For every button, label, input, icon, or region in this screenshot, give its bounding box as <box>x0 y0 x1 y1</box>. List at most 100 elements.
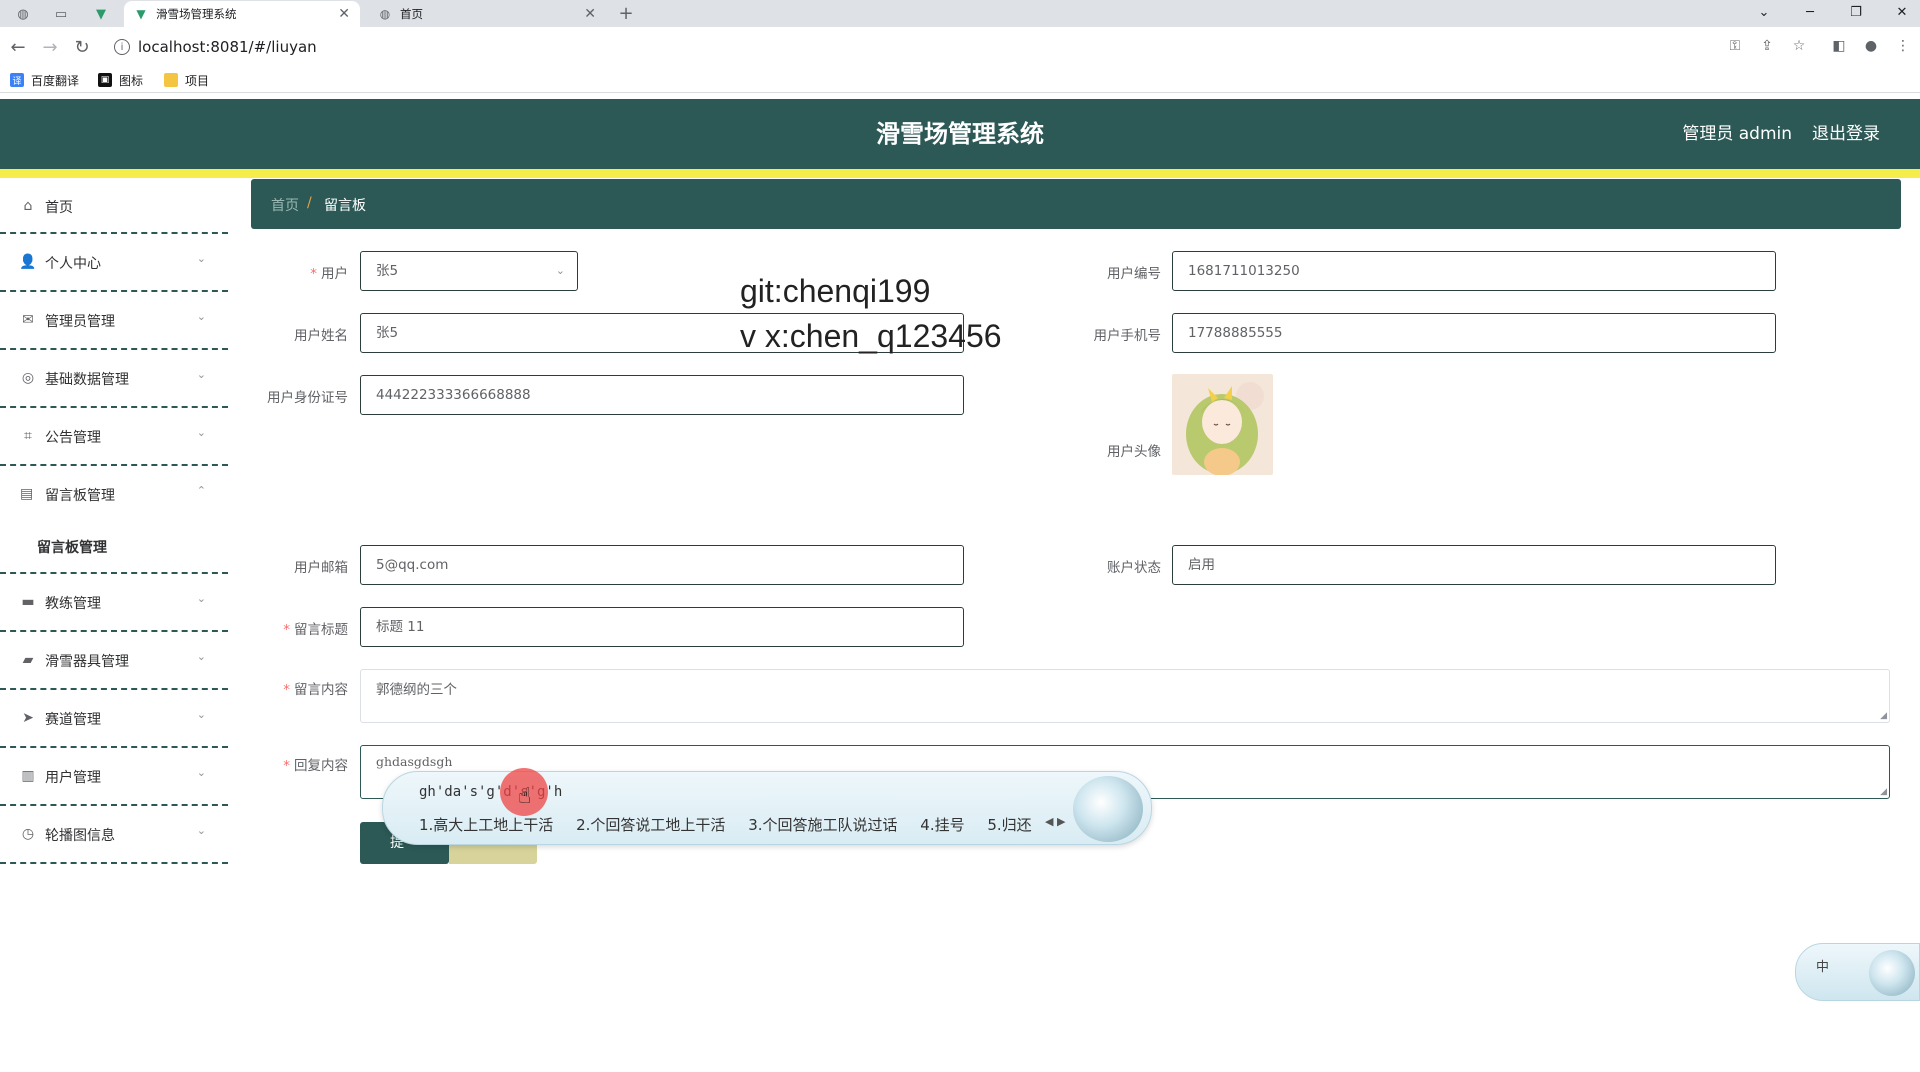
close-tab-icon[interactable]: ✕ <box>584 6 596 22</box>
bookmark-item[interactable]: 译 百度翻译 <box>10 71 79 89</box>
user-icon: 👤 <box>19 254 37 270</box>
phone-field[interactable]: 17788885555 <box>1172 313 1776 353</box>
browser-tab-active[interactable]: ▼ 滑雪场管理系统 ✕ <box>124 1 360 27</box>
restore-icon[interactable]: ❐ <box>1836 0 1876 24</box>
tab-title: 滑雪场管理系统 <box>156 7 237 21</box>
required-mark: * <box>310 266 317 282</box>
pinned-tab-blank-icon[interactable]: ▭ <box>46 3 76 25</box>
app-header: 滑雪场管理系统 管理员 admin 退出登录 <box>0 99 1920 169</box>
url-field[interactable]: i localhost:8081/#/liuyan <box>114 33 1714 61</box>
email-label: 用户邮箱 <box>294 560 348 576</box>
ime-status-bar[interactable]: 中 <box>1795 943 1920 1001</box>
hand-cursor-icon: ☝ <box>518 784 532 809</box>
title-label: * 留言标题 <box>188 618 348 638</box>
sidebar-item-label: 基础数据管理 <box>45 372 129 388</box>
textarea-value: 郭德纲的三个 <box>376 682 457 698</box>
required-mark: * <box>283 622 290 638</box>
ime-candidate[interactable]: 3.个回答施工队说过话 <box>748 816 897 834</box>
ime-page-arrows-icon[interactable]: ◀ ▶ <box>1045 815 1065 828</box>
sidebar-item-label: 赛道管理 <box>45 712 101 728</box>
user-no-label: 用户编号 <box>1107 266 1161 282</box>
new-tab-icon[interactable]: + <box>614 2 638 24</box>
sidebar-item-track[interactable]: ➤ 赛道管理 ⌄ <box>0 690 228 748</box>
image-icon: ▣ <box>98 73 112 87</box>
select-value: 张5 <box>376 263 399 279</box>
clock-icon: ◷ <box>21 826 35 842</box>
chevron-down-icon: ⌄ <box>196 310 206 323</box>
content-label: * 留言内容 <box>188 678 348 698</box>
sidebar-item-home[interactable]: ⌂ 首页 <box>0 178 228 234</box>
sidebar-item-label: 轮播图信息 <box>45 828 115 844</box>
tab-title: 首页 <box>400 7 423 21</box>
ime-candidate[interactable]: 4.挂号 <box>920 816 964 834</box>
current-user: 管理员 admin <box>1682 124 1792 144</box>
pinned-tab-vue-icon[interactable]: ▼ <box>86 3 116 25</box>
sidebar-item-notice[interactable]: ⌗ 公告管理 ⌄ <box>0 408 228 466</box>
sidebar-item-message-board[interactable]: ▤ 留言板管理 ⌃ <box>0 466 228 524</box>
bookmark-item[interactable]: ▣ 图标 <box>98 71 143 89</box>
ime-skin-decoration <box>1869 950 1915 996</box>
label-text: 留言内容 <box>294 682 348 698</box>
logout-link[interactable]: 退出登录 <box>1812 99 1880 169</box>
user-avatar <box>1172 374 1273 475</box>
reload-icon[interactable]: ↻ <box>70 35 94 59</box>
chevron-down-icon: ⌄ <box>196 650 206 663</box>
key-icon[interactable]: ⚿ <box>1724 35 1746 57</box>
minimize-icon[interactable]: ─ <box>1790 0 1830 24</box>
back-icon[interactable]: ← <box>6 35 30 59</box>
resize-handle-icon[interactable]: ◢ <box>1880 711 1887 721</box>
pinned-tab-globe-icon[interactable]: ◍ <box>8 3 38 25</box>
content-textarea[interactable]: 郭德纲的三个 ◢ <box>360 669 1890 723</box>
close-tab-icon[interactable]: ✕ <box>338 6 350 22</box>
sidebar-item-label: 管理员管理 <box>45 314 115 330</box>
chevron-down-icon: ⌄ <box>555 264 565 277</box>
menu-dots-icon[interactable]: ⋮ <box>1892 35 1914 57</box>
star-icon[interactable]: ☆ <box>1788 35 1810 57</box>
email-field[interactable]: 5@qq.com <box>360 545 964 585</box>
share-icon[interactable]: ⇪ <box>1756 35 1778 57</box>
sidebar-item-carousel[interactable]: ◷ 轮播图信息 ⌄ <box>0 806 228 864</box>
close-window-icon[interactable]: ✕ <box>1882 0 1920 24</box>
app-title: 滑雪场管理系统 <box>876 120 1044 148</box>
film-icon: ▬ <box>21 594 35 610</box>
ime-candidate[interactable]: 5.归还 <box>987 816 1031 834</box>
status-label: 账户状态 <box>1107 560 1161 576</box>
vue-favicon-icon: ▼ <box>136 7 146 21</box>
sidebar-item-label: 首页 <box>45 200 73 216</box>
sidebar-subitem-label: 留言板管理 <box>37 540 107 556</box>
browser-tab[interactable]: ◍ 首页 ✕ <box>368 1 606 27</box>
ime-skin-decoration <box>1073 776 1143 842</box>
breadcrumb: 首页 / 留言板 <box>251 179 1901 229</box>
name-label: 用户姓名 <box>294 328 348 344</box>
globe-favicon-icon: ◍ <box>379 7 391 21</box>
user-select[interactable]: 张5 ⌄ <box>360 251 578 291</box>
required-mark: * <box>283 758 290 774</box>
required-mark: * <box>283 682 290 698</box>
tab-search-icon[interactable]: ⌄ <box>1744 0 1784 24</box>
ime-candidate-window: gh'da's'g'd's'g'h 1.高大上工地上干活 2.个回答说工地上干活… <box>382 771 1152 845</box>
title-field[interactable]: 标题 11 <box>360 607 964 647</box>
id-field[interactable]: 444222333366668888 <box>360 375 964 415</box>
user-no-field[interactable]: 1681711013250 <box>1172 251 1776 291</box>
side-panel-icon[interactable]: ◧ <box>1828 35 1850 57</box>
site-info-icon[interactable]: i <box>114 39 130 55</box>
label-text: 回复内容 <box>294 758 348 774</box>
breadcrumb-home[interactable]: 首页 <box>271 195 299 215</box>
forward-icon[interactable]: → <box>38 35 62 59</box>
chevron-down-icon: ⌄ <box>196 426 206 439</box>
chevron-down-icon: ⌄ <box>196 592 206 605</box>
cabinet-icon: ▤ <box>20 486 34 502</box>
bookmark-label: 项目 <box>185 73 210 88</box>
profile-icon[interactable]: ● <box>1860 35 1882 57</box>
reply-label: * 回复内容 <box>188 754 348 774</box>
ime-candidate[interactable]: 2.个回答说工地上干活 <box>576 816 725 834</box>
resize-handle-icon[interactable]: ◢ <box>1880 787 1887 797</box>
ime-candidate[interactable]: 1.高大上工地上干活 <box>419 816 553 834</box>
browser-tab-strip: ◍ ▭ ▼ ▼ 滑雪场管理系统 ✕ ◍ 首页 ✕ + ⌄ ─ ❐ ✕ <box>0 0 1920 27</box>
crop-icon: ⌗ <box>24 428 32 444</box>
translate-icon: 译 <box>10 73 24 87</box>
bookmark-item[interactable]: 项目 <box>164 71 209 89</box>
status-field[interactable]: 启用 <box>1172 545 1776 585</box>
url-text: localhost:8081/#/liuyan <box>138 38 317 56</box>
label-text: 留言标题 <box>294 622 348 638</box>
